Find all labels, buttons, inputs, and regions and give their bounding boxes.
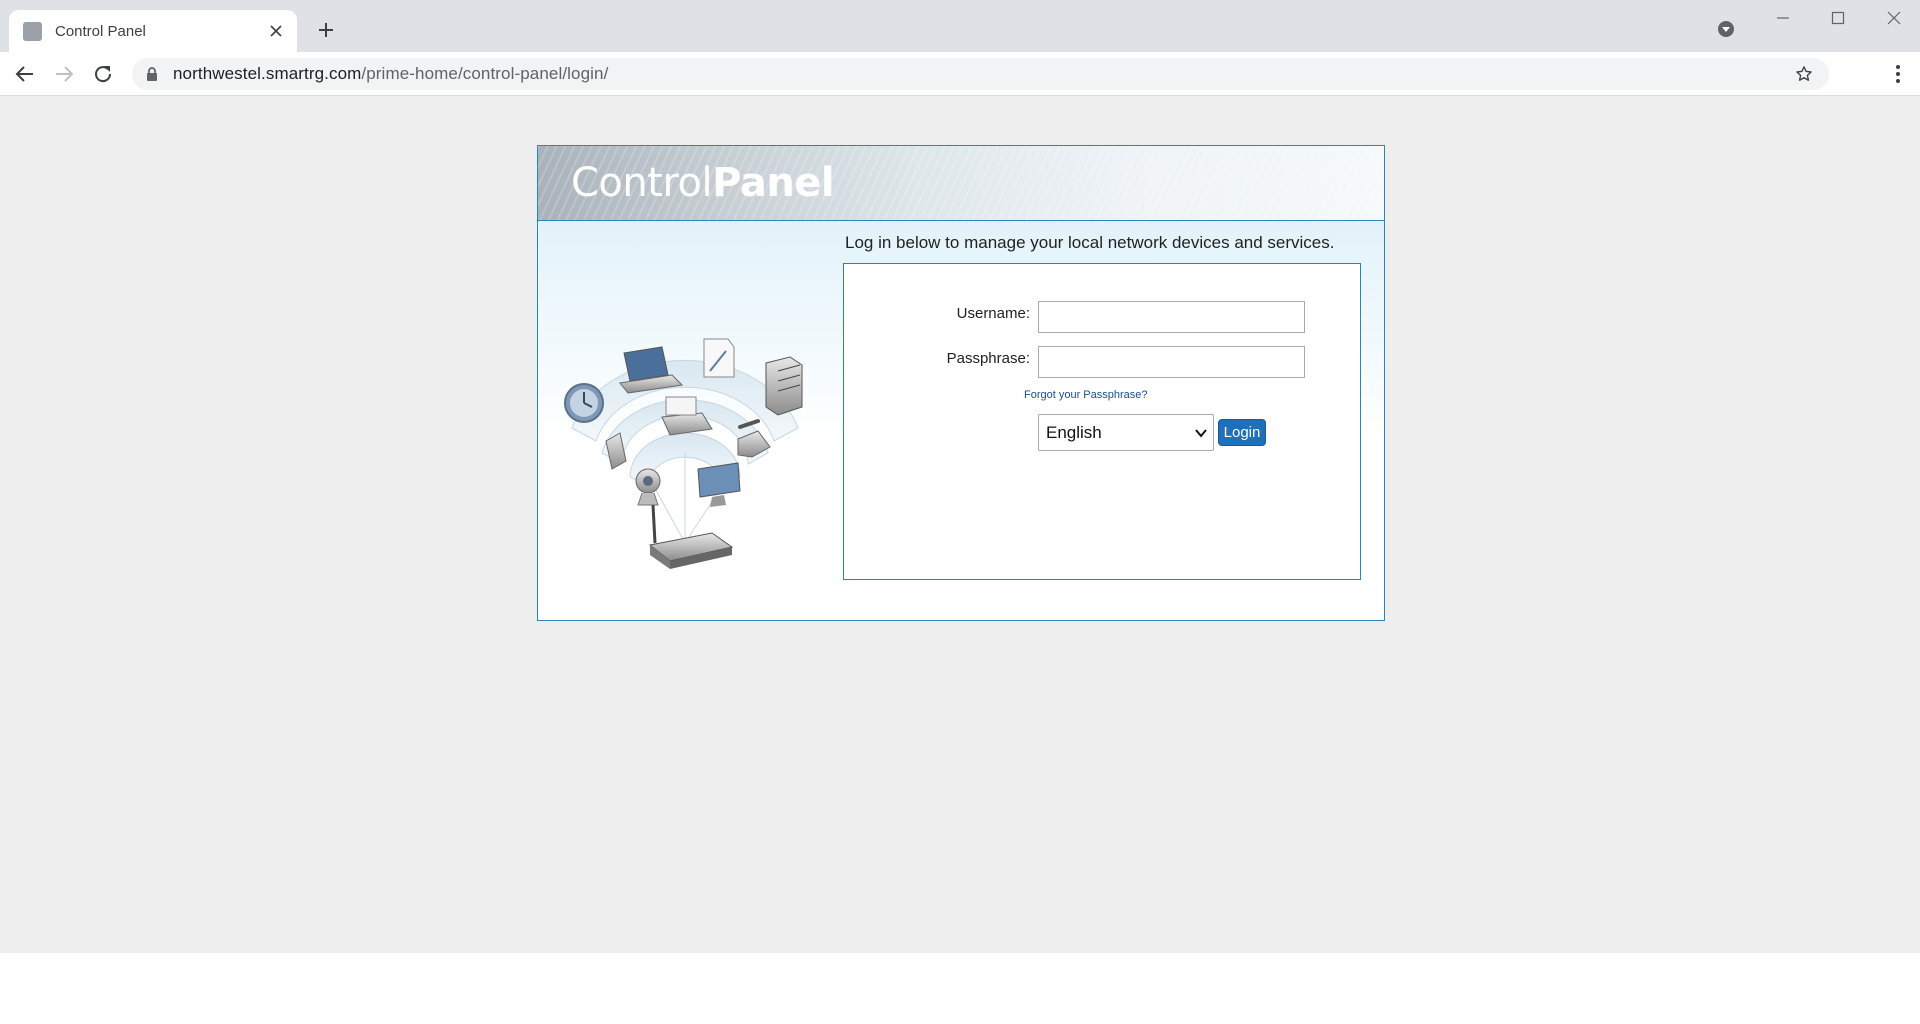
close-tab-button[interactable]: [265, 20, 287, 42]
language-select[interactable]: English: [1038, 414, 1214, 451]
tab-favicon-icon: [23, 21, 42, 41]
close-icon: [1887, 11, 1901, 25]
close-window-button[interactable]: [1876, 6, 1912, 30]
forward-icon: [56, 66, 74, 82]
panel-body: Log in below to manage your local networ…: [538, 221, 1384, 620]
username-label: Username:: [956, 305, 1030, 322]
login-form: Username: Passphrase: Forgot your Passph…: [843, 263, 1361, 580]
minimize-icon: [1777, 17, 1789, 19]
lock-icon[interactable]: [144, 66, 160, 82]
address-bar[interactable]: northwestel.smartrg.com/prime-home/contr…: [132, 58, 1829, 90]
minimize-button[interactable]: [1765, 6, 1801, 30]
tab-strip: Control Panel: [0, 0, 1920, 52]
username-input[interactable]: [1038, 301, 1305, 333]
close-icon: [270, 25, 282, 37]
url-text[interactable]: northwestel.smartrg.com/prime-home/contr…: [173, 64, 608, 84]
chevron-down-icon: [1195, 429, 1207, 438]
tab-search-icon[interactable]: [1716, 19, 1736, 39]
brand-light-text: Control: [571, 160, 713, 206]
browser-menu-button[interactable]: [1886, 62, 1910, 86]
brand-bold-text: Panel: [712, 160, 835, 206]
star-icon: [1796, 66, 1812, 81]
passphrase-label: Passphrase:: [946, 350, 1030, 367]
reload-button[interactable]: [91, 62, 115, 86]
maximize-icon: [1831, 11, 1845, 25]
kebab-menu-icon: [1896, 65, 1900, 83]
browser-tab[interactable]: Control Panel: [9, 10, 297, 52]
back-icon: [15, 66, 33, 82]
forward-button[interactable]: [52, 62, 76, 86]
tab-title: Control Panel: [55, 22, 146, 40]
plus-icon: [319, 23, 333, 37]
url-path: /prime-home/control-panel/login/: [361, 64, 609, 83]
page-viewport: ControlPanel Log in below to manage your…: [0, 96, 1920, 953]
url-host: northwestel.smartrg.com: [173, 64, 362, 83]
new-tab-button[interactable]: [314, 18, 338, 42]
network-devices-illustration: [564, 338, 803, 569]
browser-toolbar: northwestel.smartrg.com/prime-home/contr…: [0, 52, 1920, 96]
login-button[interactable]: Login: [1218, 419, 1266, 446]
panel-header: ControlPanel: [538, 146, 1384, 221]
bookmark-star-button[interactable]: [1795, 65, 1813, 83]
control-panel-container: ControlPanel Log in below to manage your…: [537, 145, 1385, 621]
intro-text: Log in below to manage your local networ…: [845, 233, 1335, 252]
maximize-button[interactable]: [1820, 6, 1856, 30]
below-viewport-area: [0, 953, 1920, 1024]
forgot-passphrase-link[interactable]: Forgot your Passphrase?: [1024, 389, 1148, 401]
back-button[interactable]: [13, 62, 37, 86]
control-panel-logo: ControlPanel: [571, 160, 835, 206]
language-selected-value: English: [1046, 422, 1102, 442]
passphrase-input[interactable]: [1038, 346, 1305, 378]
